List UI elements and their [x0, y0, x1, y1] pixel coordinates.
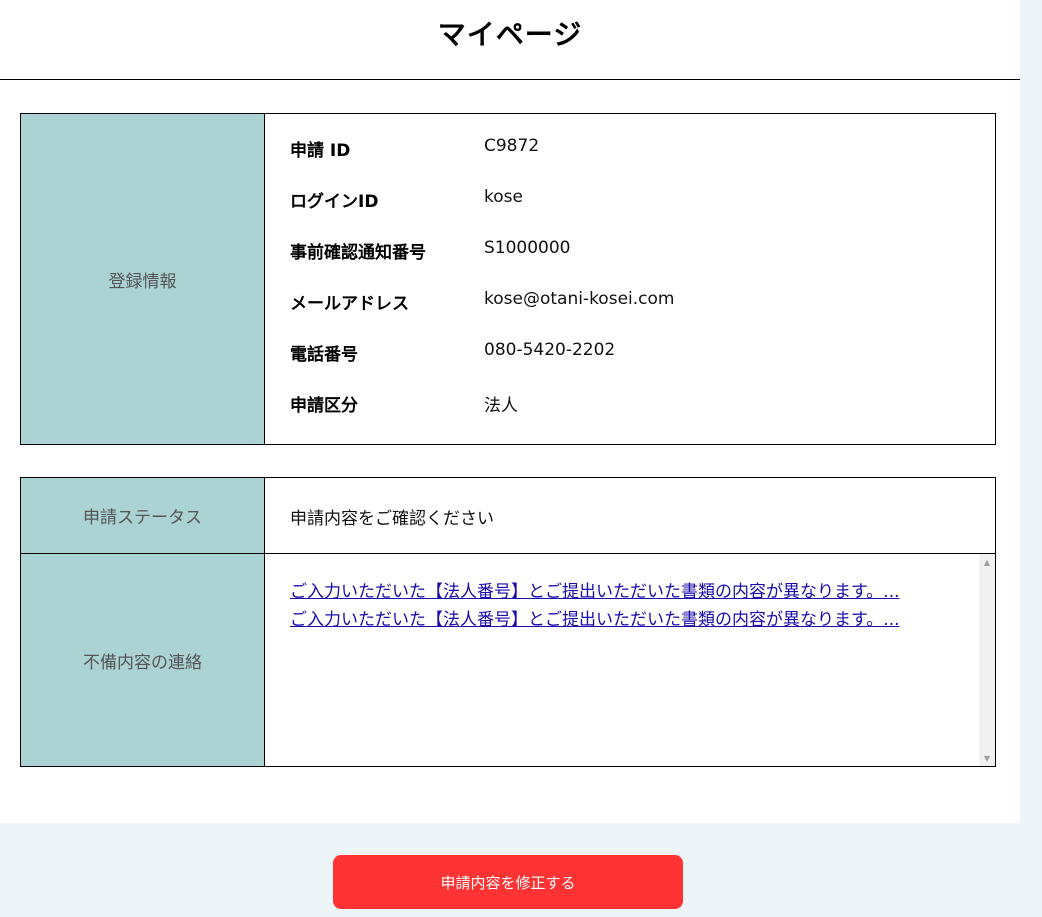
- registration-row-phone: 電話番号 080-5420-2202: [290, 340, 674, 391]
- status-content: 申請内容をご確認ください: [265, 478, 995, 553]
- edit-application-button[interactable]: 申請内容を修正する: [333, 855, 683, 909]
- status-value: 申請内容をご確認ください: [290, 509, 494, 529]
- registration-key: 申請区分: [290, 396, 358, 416]
- registration-value: S1000000: [484, 238, 571, 258]
- status-label: 申請ステータス: [21, 478, 265, 553]
- defects-scrollbar[interactable]: ▲ ▼: [979, 554, 995, 766]
- registration-key: メールアドレス: [290, 294, 409, 314]
- defect-link[interactable]: ご入力いただいた【法人番号】とご提出いただいた書類の内容が異なります。...: [290, 606, 900, 634]
- status-panel: 申請ステータス 申請内容をご確認ください: [20, 477, 996, 554]
- registration-list: 申請 ID C9872 ログインID kose 事前確認通知番号 S100000…: [290, 136, 674, 442]
- registration-row-precheck-number: 事前確認通知番号 S1000000: [290, 238, 674, 289]
- defects-label: 不備内容の連絡: [21, 554, 265, 766]
- registration-key: 事前確認通知番号: [290, 243, 426, 263]
- registration-panel: 登録情報 申請 ID C9872 ログインID kose 事前確認通知番号 S1…: [20, 113, 996, 445]
- registration-value: kose@otani-kosei.com: [484, 289, 675, 309]
- registration-key: 電話番号: [290, 345, 358, 365]
- registration-label: 登録情報: [21, 114, 265, 444]
- registration-value: kose: [484, 187, 523, 207]
- defect-list: ご入力いただいた【法人番号】とご提出いただいた書類の内容が異なります。... ご…: [290, 578, 900, 634]
- registration-row-email: メールアドレス kose@otani-kosei.com: [290, 289, 674, 340]
- registration-row-application-id: 申請 ID C9872: [290, 136, 674, 187]
- triangle-down-icon[interactable]: ▼: [979, 750, 995, 766]
- registration-row-application-type: 申請区分 法人: [290, 391, 674, 442]
- registration-value: C9872: [484, 136, 540, 156]
- registration-row-login-id: ログインID kose: [290, 187, 674, 238]
- registration-key: 申請 ID: [290, 141, 351, 161]
- page-header: マイページ: [0, 0, 1020, 80]
- registration-value: 080-5420-2202: [484, 340, 616, 360]
- registration-value: 法人: [484, 396, 518, 416]
- defect-link[interactable]: ご入力いただいた【法人番号】とご提出いただいた書類の内容が異なります。...: [290, 578, 900, 606]
- registration-content: 申請 ID C9872 ログインID kose 事前確認通知番号 S100000…: [265, 114, 995, 444]
- page-body: マイページ 登録情報 申請 ID C9872 ログインID kose 事前確認通…: [0, 0, 1020, 823]
- defects-content: ご入力いただいた【法人番号】とご提出いただいた書類の内容が異なります。... ご…: [265, 554, 995, 766]
- page-title: マイページ: [437, 17, 583, 51]
- triangle-up-icon[interactable]: ▲: [979, 554, 995, 570]
- defects-panel: 不備内容の連絡 ご入力いただいた【法人番号】とご提出いただいた書類の内容が異なり…: [20, 553, 996, 767]
- registration-key: ログインID: [290, 192, 379, 212]
